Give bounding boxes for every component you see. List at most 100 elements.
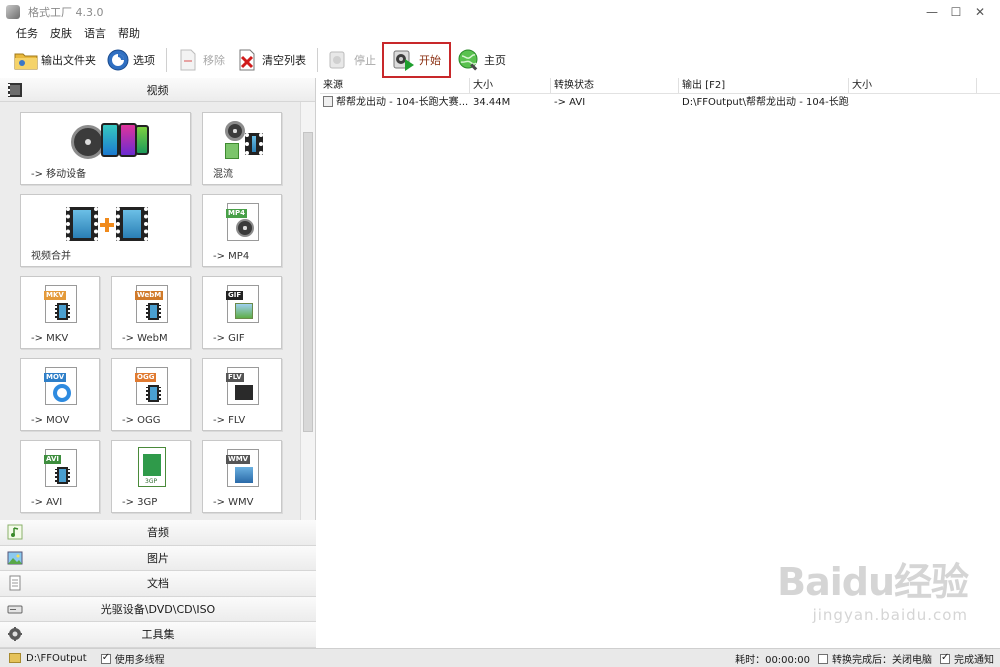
folder-icon [9,653,21,663]
tile-webm[interactable]: WebM -> WebM [111,276,191,349]
tile-video-merge[interactable]: 视频合并 [20,194,191,267]
scrollbar-thumb[interactable] [303,132,313,432]
format-tag: OGG [135,373,157,382]
tile-label: 视频合并 [31,251,71,262]
tile-label: -> MKV [31,333,69,344]
options-button[interactable]: 选项 [102,46,159,74]
category-optical[interactable]: 光驱设备\DVD\CD\ISO [0,596,316,622]
format-tag: WebM [135,291,164,300]
category-image[interactable]: 图片 [0,545,316,571]
tile-mp4[interactable]: MP4 -> MP4 [202,194,282,267]
tile-label: -> FLV [213,415,246,426]
remove-label: 移除 [203,54,225,67]
file-icon [323,96,333,107]
tile-3gp[interactable]: 3GP -> 3GP [111,440,191,513]
tile-label: -> WMV [213,497,254,508]
column-source[interactable]: 来源 [320,78,470,93]
notify-label: 完成通知 [954,654,994,666]
column-output-size[interactable]: 大小 [849,78,977,93]
flv-file-icon: FLV [226,367,259,405]
tile-label: -> AVI [31,497,63,508]
multithread-checkbox[interactable] [100,652,111,664]
mobile-devices-icon [71,121,151,165]
tile-ogg[interactable]: OGG -> OGG [111,358,191,431]
video-merge-icon [66,207,152,243]
start-button[interactable]: 开始 [382,42,451,78]
category-tools[interactable]: 工具集 [0,622,316,648]
remove-button[interactable]: 移除 [172,46,229,74]
notify-checkbox[interactable] [940,652,950,664]
after-done-checkbox[interactable] [818,653,828,664]
home-button[interactable]: 主页 [453,46,510,74]
minimize-button[interactable]: — [920,4,944,20]
title-bar: 格式工厂 4.3.0 — ☐ ✕ [0,0,1000,24]
gif-file-icon: GIF [226,285,259,323]
format-tag: GIF [226,291,244,300]
mkv-file-icon: MKV [44,285,77,323]
source-text: 帮帮龙出动 - 104-长跑大赛... [336,97,469,108]
tile-mux[interactable]: 混流 [202,112,282,185]
options-icon [106,48,130,72]
tile-mkv[interactable]: MKV -> MKV [20,276,100,349]
multithread-option[interactable]: 使用多线程 [100,651,165,666]
format-tag: MKV [44,291,66,300]
watermark-logo: Baidu经验 [777,560,969,604]
avi-file-icon: AVI [44,449,77,487]
stop-icon [327,48,351,72]
home-label: 主页 [484,54,506,67]
video-tiles-area: -> 移动设备 混流 视频合并 MP4 -> MP4 MKV -> MKV We… [0,102,300,520]
tile-label: -> WebM [122,333,168,344]
column-output[interactable]: 输出 [F2] [679,78,849,93]
music-note-icon [7,524,23,540]
tile-label: -> 移动设备 [31,169,87,180]
maximize-button[interactable]: ☐ [944,4,968,20]
tile-flv[interactable]: FLV -> FLV [202,358,282,431]
clear-list-icon [235,48,259,72]
start-icon [392,48,416,72]
start-label: 开始 [419,54,441,67]
tile-label: -> MP4 [213,251,250,262]
clear-list-label: 清空列表 [262,54,306,67]
output-cell: D:\FFOutput\帮帮龙出动 - 104-长跑... [682,97,849,108]
tile-gif[interactable]: GIF -> GIF [202,276,282,349]
format-tag: MP4 [226,209,247,218]
stop-button[interactable]: 停止 [323,46,380,74]
toolbar: 输出文件夹 选项 移除 清空列表 停止 开始 主页 [0,42,1000,78]
close-button[interactable]: ✕ [968,4,992,20]
category-document[interactable]: 文档 [0,571,316,597]
clear-list-button[interactable]: 清空列表 [231,46,310,74]
category-video-label: 视频 [146,83,169,97]
after-done-option[interactable]: 转换完成后：关闭电脑 [818,651,932,666]
output-folder-label: 输出文件夹 [41,54,96,67]
tile-wmv[interactable]: WMV -> WMV [202,440,282,513]
category-video[interactable]: 视频 [0,78,315,102]
ogg-file-icon: OGG [135,367,168,405]
notify-option[interactable]: 完成通知 [940,651,994,666]
tile-mov[interactable]: MOV -> MOV [20,358,100,431]
output-folder-button[interactable]: 输出文件夹 [10,46,100,74]
category-audio[interactable]: 音频 [0,520,316,546]
category-image-label: 图片 [147,551,169,565]
after-done-label: 转换完成后：关闭电脑 [832,654,932,666]
list-header: 来源 大小 转换状态 输出 [F2] 大小 [320,78,1000,94]
menu-task[interactable]: 任务 [10,25,44,41]
tiles-scrollbar[interactable] [300,102,315,520]
stop-label: 停止 [354,54,376,67]
menu-help[interactable]: 帮助 [112,25,146,41]
column-status[interactable]: 转换状态 [551,78,679,93]
tile-mobile-device[interactable]: -> 移动设备 [20,112,191,185]
column-size[interactable]: 大小 [470,78,551,93]
mp4-file-icon: MP4 [226,203,259,241]
tile-avi[interactable]: AVI -> AVI [20,440,100,513]
size-cell: 34.44M [473,97,511,108]
elapsed-time: 耗时：00:00:00 [735,654,810,666]
mov-file-icon: MOV [44,367,77,405]
menu-language[interactable]: 语言 [78,25,112,41]
status-cell: -> AVI [554,97,586,108]
multithread-label: 使用多线程 [114,654,165,666]
format-tag: AVI [44,455,61,464]
menu-bar: 任务 皮肤 语言 帮助 [0,24,146,42]
table-row[interactable]: 帮帮龙出动 - 104-长跑大赛... 34.44M -> AVI D:\FFO… [320,95,1000,111]
menu-skin[interactable]: 皮肤 [44,25,78,41]
watermark-url: jingyan.baidu.com [812,606,968,624]
